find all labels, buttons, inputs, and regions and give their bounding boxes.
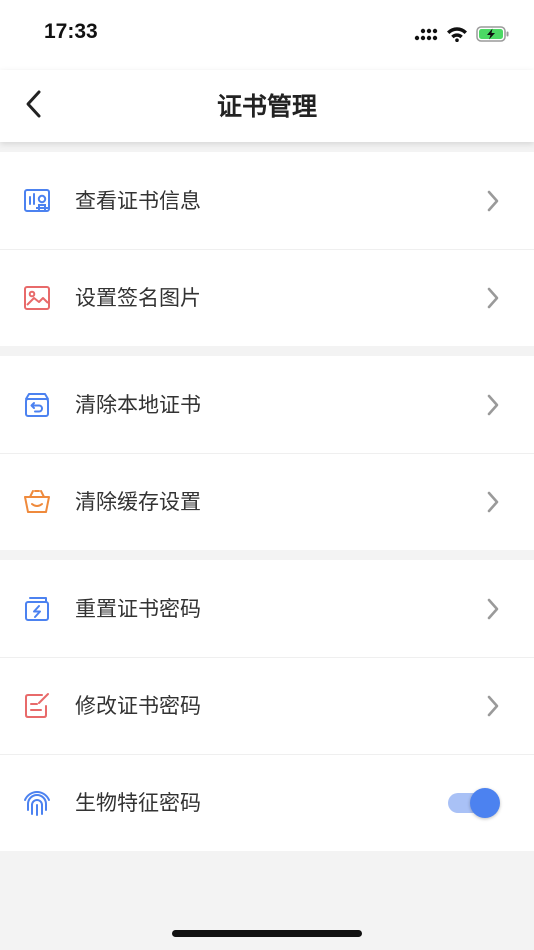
chevron-right-icon	[487, 491, 499, 513]
toggle-knob	[470, 788, 500, 818]
certificate-icon	[24, 189, 50, 212]
item-label: 设置签名图片	[75, 286, 201, 310]
clear-local-certificate-item[interactable]: 清除本地证书	[0, 356, 534, 453]
item-label: 清除本地证书	[75, 393, 201, 417]
settings-group-certificate: 查看证书信息 设置签名图片	[0, 152, 534, 346]
cellular-signal-icon	[414, 28, 438, 41]
settings-list: 查看证书信息 设置签名图片 清除本地证书 清除缓存设置 重置证书密码 修改证书密…	[0, 142, 534, 851]
group-divider	[0, 142, 534, 152]
image-icon	[24, 286, 50, 310]
item-label: 修改证书密码	[75, 694, 201, 718]
basket-icon	[24, 490, 50, 513]
status-icons	[414, 22, 510, 46]
battery-charging-icon	[476, 26, 509, 42]
edit-icon	[25, 693, 49, 718]
change-certificate-password-item[interactable]: 修改证书密码	[0, 657, 534, 754]
home-indicator	[172, 930, 362, 937]
settings-group-password: 重置证书密码 修改证书密码 生物特征密码	[0, 560, 534, 851]
group-divider	[0, 550, 534, 560]
status-time: 17:33	[44, 20, 98, 43]
set-signature-image-item[interactable]: 设置签名图片	[0, 249, 534, 346]
box-return-icon	[25, 393, 49, 417]
item-label: 重置证书密码	[75, 597, 201, 621]
chevron-right-icon	[487, 598, 499, 620]
group-divider	[0, 346, 534, 356]
chevron-right-icon	[487, 287, 499, 309]
reset-icon	[25, 597, 49, 621]
biometric-password-item: 生物特征密码	[0, 754, 534, 851]
item-label: 清除缓存设置	[75, 490, 201, 514]
chevron-right-icon	[487, 190, 499, 212]
page-title: 证书管理	[216, 92, 317, 121]
biometric-toggle[interactable]	[448, 788, 500, 818]
status-bar: 17:33	[0, 0, 534, 70]
chevron-right-icon	[487, 695, 499, 717]
reset-certificate-password-item[interactable]: 重置证书密码	[0, 560, 534, 657]
chevron-right-icon	[487, 394, 499, 416]
settings-group-clear: 清除本地证书 清除缓存设置	[0, 356, 534, 550]
item-label: 生物特征密码	[75, 791, 201, 815]
navigation-bar: 证书管理	[0, 70, 534, 142]
view-certificate-info-item[interactable]: 查看证书信息	[0, 152, 534, 249]
clear-cache-settings-item[interactable]: 清除缓存设置	[0, 453, 534, 550]
wifi-icon	[447, 27, 467, 42]
fingerprint-icon	[24, 791, 50, 816]
item-label: 查看证书信息	[75, 189, 201, 213]
